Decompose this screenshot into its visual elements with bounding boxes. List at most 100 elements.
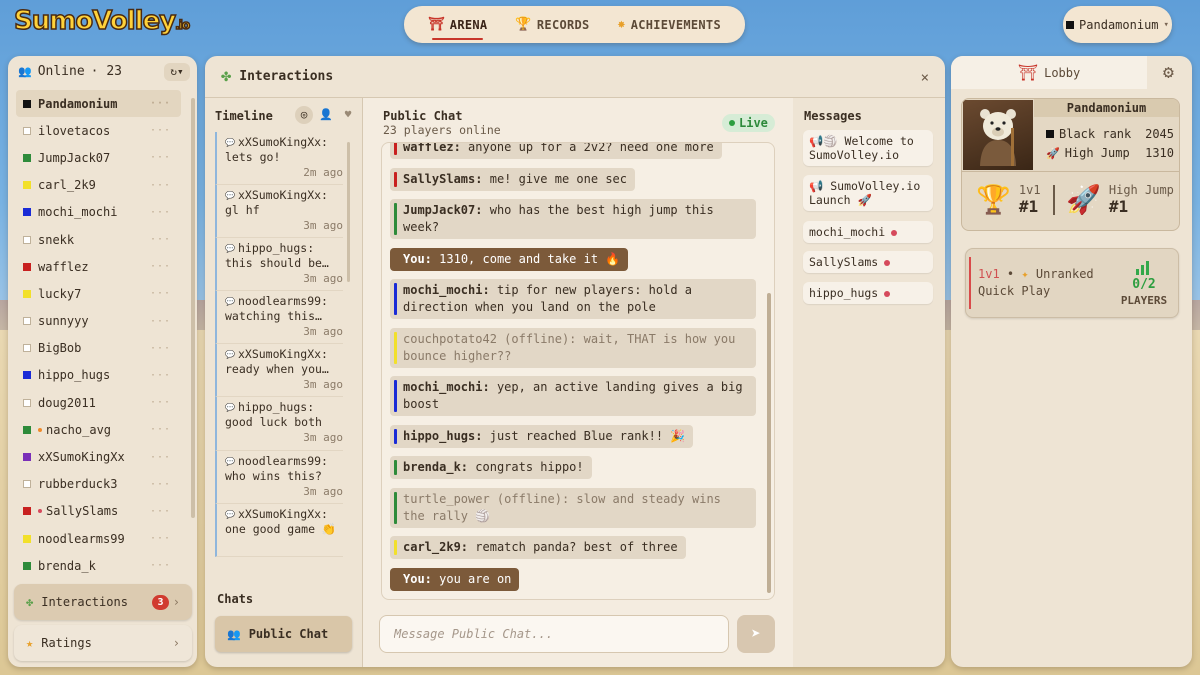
timeline-item[interactable]: 💬 xXSumoKingXx: one good game 👏 <box>215 503 343 557</box>
ratings-button[interactable]: ★ Ratings › <box>14 625 192 661</box>
player-list-item[interactable]: brenda_k ··· <box>16 552 181 579</box>
message-user[interactable]: You: <box>403 572 432 586</box>
chat-message: brenda_k: congrats hippo! <box>390 456 592 479</box>
filter-heart-icon[interactable]: ♥ <box>339 106 357 124</box>
message-user[interactable]: You: <box>403 252 432 266</box>
player-list-item[interactable]: hippo_hugs ··· <box>16 362 181 389</box>
logo[interactable]: SumoVolley.io <box>13 5 191 37</box>
timeline-item[interactable]: 💬 hippo_hugs: this should be… 3m ago <box>215 238 343 292</box>
send-button[interactable]: ➤ <box>737 615 775 653</box>
more-icon[interactable]: ··· <box>150 479 171 490</box>
more-icon[interactable]: ··· <box>150 125 171 136</box>
gear-icon[interactable]: ⚙ <box>1163 62 1174 83</box>
timeline-item[interactable]: 💬 xXSumoKingXx: ready when you… 3m ago <box>215 344 343 398</box>
player-name: Pandamonium <box>38 96 118 111</box>
more-icon[interactable]: ··· <box>150 152 171 163</box>
message-user[interactable]: turtle_power (offline): <box>403 492 569 506</box>
scrollbar[interactable] <box>347 142 350 282</box>
chevron-right-icon: › <box>172 595 180 609</box>
message-user[interactable]: mochi_mochi: <box>403 283 490 297</box>
message-user[interactable]: couchpotato42 (offline): <box>403 332 576 346</box>
message-user[interactable]: brenda_k: <box>403 460 468 474</box>
timeline-user: noodlearms99: <box>237 453 328 468</box>
live-dot-icon <box>729 120 735 126</box>
timeline-time: 3m ago <box>303 219 343 233</box>
interactions-button[interactable]: ✤ Interactions 3 › <box>14 584 192 620</box>
more-icon[interactable]: ··· <box>150 533 171 544</box>
more-icon[interactable]: ··· <box>150 180 171 191</box>
timeline-item[interactable]: 💬 xXSumoKingXx: lets go! 2m ago <box>215 132 343 186</box>
messages-title: Messages <box>804 109 862 123</box>
message-thread-item[interactable]: 📢 SumoVolley.io Launch 🚀 <box>803 175 933 211</box>
more-icon[interactable]: ··· <box>150 397 171 408</box>
message-user[interactable]: carl_2k9: <box>403 540 468 554</box>
message-thread-item[interactable]: mochi_mochi <box>803 221 933 243</box>
player-list-item[interactable]: nacho_avg ··· <box>16 416 181 443</box>
quick-play-card[interactable]: 1v1 • ✦ Unranked Quick Play 0/2 PLAYERS <box>965 248 1179 318</box>
chat-title: Public Chat <box>383 109 463 123</box>
player-name: nacho_avg <box>46 422 112 437</box>
message-thread-item[interactable]: SallySlams <box>803 251 933 273</box>
player-list-item[interactable]: sunnyyy ··· <box>16 308 181 335</box>
message-user[interactable]: wafflez: <box>403 143 461 154</box>
scrollbar[interactable] <box>191 98 195 518</box>
timeline-item[interactable]: 💬 noodlearms99: who wins this? 3m ago <box>215 450 343 504</box>
player-list-item[interactable]: BigBob ··· <box>16 335 181 362</box>
tab-arena[interactable]: ⛩ ARENA <box>428 17 487 40</box>
timeline-item[interactable]: 💬 xXSumoKingXx: gl hf 3m ago <box>215 185 343 239</box>
player-list-item[interactable]: Pandamonium ··· <box>16 90 181 118</box>
more-icon[interactable]: ··· <box>150 506 171 517</box>
tab-records[interactable]: 🏆 RECORDS <box>515 17 589 32</box>
chat-message: turtle_power (offline): slow and steady … <box>390 487 756 528</box>
more-icon[interactable]: ··· <box>150 370 171 381</box>
timeline-item[interactable]: 💬 noodlearms99: watching this… 3m ago <box>215 291 343 345</box>
player-list-item[interactable]: noodlearms99 ··· <box>16 525 181 552</box>
more-icon[interactable]: ··· <box>150 560 171 571</box>
more-icon[interactable]: ··· <box>150 234 171 245</box>
player-name: noodlearms99 <box>38 531 125 546</box>
player-list-item[interactable]: mochi_mochi ··· <box>16 199 181 226</box>
refresh-button[interactable]: ↻▾ <box>164 63 190 81</box>
flame-icon: ✦ <box>1021 267 1029 281</box>
message-user[interactable]: SallySlams: <box>403 172 482 186</box>
player-list-item[interactable]: lucky7 ··· <box>16 280 181 307</box>
more-icon[interactable]: ··· <box>150 452 171 463</box>
public-chat-button[interactable]: 👥 Public Chat <box>215 616 352 652</box>
player-list-item[interactable]: ilovetacos ··· <box>16 117 181 144</box>
player-list-item[interactable]: wafflez ··· <box>16 253 181 280</box>
rank-square-icon <box>23 344 31 353</box>
panel-title: Interactions <box>239 68 334 84</box>
timeline-item[interactable]: 💬 hippo_hugs: good luck both 3m ago <box>215 397 343 451</box>
more-icon[interactable]: ··· <box>150 98 171 109</box>
player-name: JumpJack07 <box>38 150 111 165</box>
chats-label: Chats <box>217 592 254 606</box>
player-list-item[interactable]: xXSumoKingXx ··· <box>16 443 181 470</box>
player-list-item[interactable]: snekk ··· <box>16 226 181 253</box>
message-thread-item[interactable]: 📢🏐 Welcome to SumoVolley.io <box>803 130 933 166</box>
user-menu-button[interactable]: Pandamonium ▾ <box>1063 6 1172 43</box>
message-user[interactable]: hippo_hugs: <box>403 429 482 443</box>
player-list-item[interactable]: doug2011 ··· <box>16 389 181 416</box>
avatar[interactable] <box>963 100 1033 170</box>
more-icon[interactable]: ··· <box>150 424 171 435</box>
more-icon[interactable]: ··· <box>150 288 171 299</box>
filter-user-icon[interactable]: 👤 <box>317 106 335 124</box>
player-list-item[interactable]: JumpJack07 ··· <box>16 144 181 171</box>
player-list-item[interactable]: rubberduck3 ··· <box>16 471 181 498</box>
rank-square-icon <box>23 317 31 326</box>
filter-all-icon[interactable]: ◎ <box>295 106 313 124</box>
more-icon[interactable]: ··· <box>150 316 171 327</box>
message-input[interactable] <box>379 615 729 653</box>
tab-achievements[interactable]: ✸ ACHIEVEMENTS <box>618 17 721 32</box>
close-button[interactable]: × <box>921 70 929 86</box>
tab-lobby[interactable]: ⛩ Lobby <box>951 56 1147 89</box>
more-icon[interactable]: ··· <box>150 343 171 354</box>
message-user[interactable]: mochi_mochi: <box>403 380 490 394</box>
scrollbar[interactable] <box>767 293 771 593</box>
more-icon[interactable]: ··· <box>150 261 171 272</box>
message-user[interactable]: JumpJack07: <box>403 203 482 217</box>
more-icon[interactable]: ··· <box>150 207 171 218</box>
player-list-item[interactable]: carl_2k9 ··· <box>16 172 181 199</box>
player-list-item[interactable]: SallySlams ··· <box>16 498 181 525</box>
message-thread-item[interactable]: hippo_hugs <box>803 282 933 304</box>
